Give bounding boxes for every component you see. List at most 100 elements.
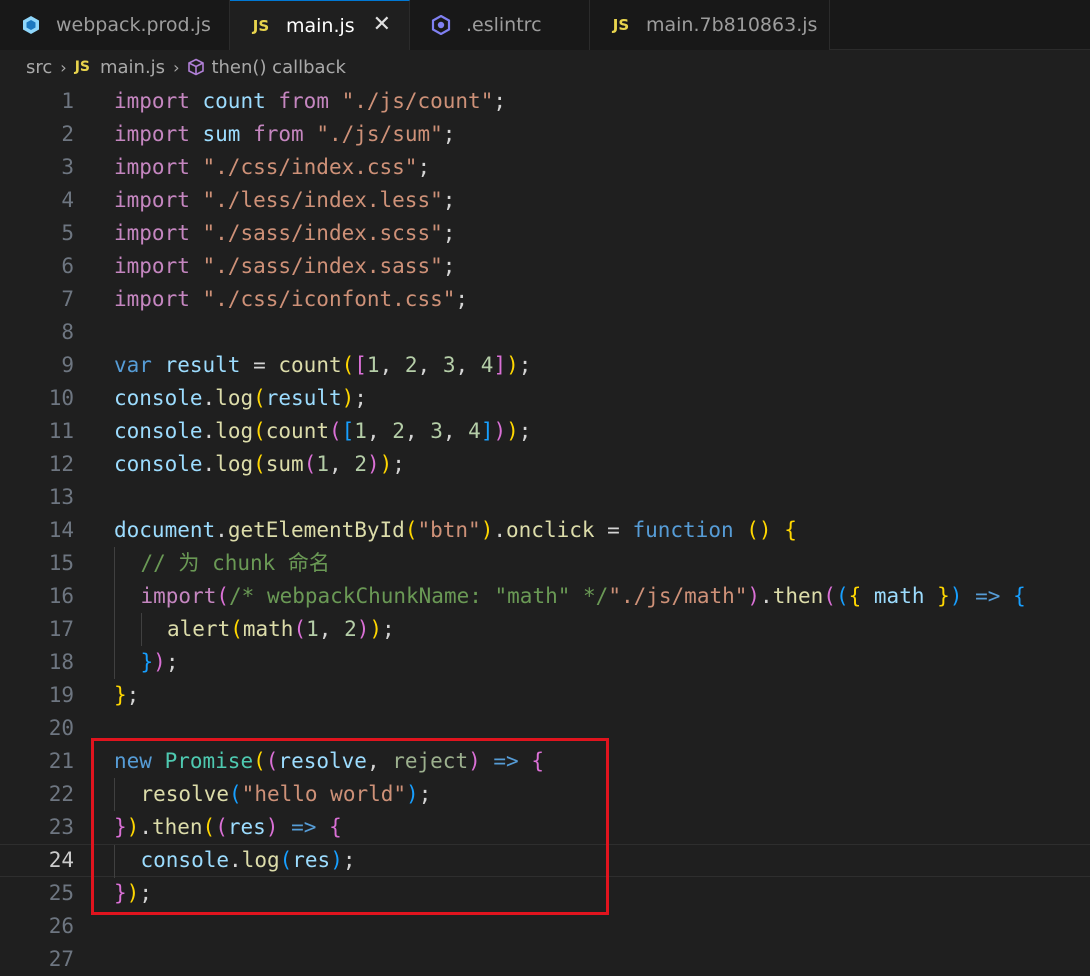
code-line[interactable]: 26	[0, 910, 1090, 943]
code-line[interactable]: 27	[0, 943, 1090, 976]
code-token: ,	[366, 419, 393, 443]
code-line[interactable]: 19};	[0, 679, 1090, 712]
code-token: (	[216, 584, 230, 608]
code-line[interactable]: 25});	[0, 877, 1090, 910]
line-number: 12	[48, 452, 74, 476]
code-token: ;	[139, 881, 152, 905]
code-line[interactable]: 18});	[0, 646, 1090, 679]
indent-guide	[114, 845, 115, 878]
code-line[interactable]: 14 document.getElementById("btn").onclick…	[0, 514, 1090, 547]
breadcrumb-folder[interactable]: src	[26, 57, 52, 78]
code-text: }).then((res) => {	[114, 811, 342, 844]
code-line[interactable]: 20	[0, 712, 1090, 745]
code-token: resolve	[140, 782, 230, 806]
code-token: getElementById	[227, 518, 405, 542]
breadcrumb-symbol[interactable]: then() callback	[211, 57, 345, 78]
line-number: 13	[48, 485, 74, 509]
code-line[interactable]: 10 console.log(result);	[0, 382, 1090, 415]
code-token: )	[265, 815, 279, 839]
code-line[interactable]: 12 console.log(sum(1, 2));	[0, 448, 1090, 481]
line-number: 8	[61, 320, 74, 344]
indent-guide	[114, 778, 115, 811]
code-token: (	[253, 419, 266, 443]
code-token: )	[506, 353, 519, 377]
tab-eslintrc[interactable]: .eslintrc	[410, 0, 590, 50]
code-token: function	[632, 518, 734, 542]
code-text: import "./css/index.css";	[114, 151, 430, 184]
code-line[interactable]: 15 // 为 chunk 命名	[0, 547, 1090, 580]
code-editor[interactable]: 1 import count from "./js/count"; 2 import …	[0, 84, 1090, 971]
line-number: 7	[61, 287, 74, 311]
code-line[interactable]: 23}).then((res) => {	[0, 811, 1090, 844]
code-token: ;	[418, 782, 432, 806]
code-text: var result = count([1, 2, 3, 4]);	[114, 349, 531, 382]
code-token: )	[506, 419, 519, 443]
breadcrumb: src › JS main.js › then() callback	[0, 50, 1090, 84]
code-token: log	[215, 452, 254, 476]
code-line[interactable]: 13	[0, 481, 1090, 514]
code-text: console.log(sum(1, 2));	[114, 448, 405, 481]
code-token: )	[341, 386, 355, 410]
code-line[interactable]: 16 import(/* webpackChunkName: "math" */"…	[0, 580, 1090, 613]
line-number: 19	[48, 683, 74, 707]
code-line[interactable]: 22 resolve("hello world");	[0, 778, 1090, 811]
code-token: "./js/math"	[608, 584, 748, 608]
code-token: 2	[404, 353, 418, 377]
editor-tab-bar: webpack.prod.js JS main.js ✕ .eslintrc J…	[0, 0, 1090, 50]
code-token: import	[114, 122, 190, 146]
line-number: 24	[48, 848, 74, 872]
code-line[interactable]: 24 console.log(res);	[0, 844, 1090, 878]
code-text: });	[141, 646, 179, 679]
code-token: ;	[442, 221, 456, 245]
code-token: )	[153, 650, 166, 674]
close-icon[interactable]: ✕	[373, 13, 391, 37]
line-number: 22	[48, 782, 74, 806]
code-token: (	[265, 749, 279, 773]
line-number: 11	[48, 419, 74, 443]
tab-webpack-prod-js[interactable]: webpack.prod.js	[0, 0, 230, 50]
code-token: ,	[417, 353, 443, 377]
tab-label: main.7b810863.js	[646, 14, 818, 36]
tab-main-7b810863-js[interactable]: JS main.7b810863.js	[590, 0, 830, 50]
code-line[interactable]: 6 import "./sass/index.sass";	[0, 250, 1090, 283]
code-token: )	[406, 782, 419, 806]
code-token: ,	[455, 353, 481, 377]
code-token: ,	[318, 617, 345, 641]
code-token: 1	[316, 452, 330, 476]
code-token: .	[202, 419, 216, 443]
code-line[interactable]: 17 alert(math(1, 2));	[0, 613, 1090, 646]
code-text: document.getElementById("btn").onclick =…	[114, 514, 797, 547]
code-token: import	[114, 221, 190, 245]
code-token: ]	[493, 353, 507, 377]
code-token: 1	[306, 617, 319, 641]
code-line[interactable]: 4 import "./less/index.less";	[0, 184, 1090, 217]
line-number: 4	[61, 188, 74, 212]
code-line[interactable]: 1 import count from "./js/count";	[0, 85, 1090, 118]
indent-guide	[114, 613, 115, 646]
tab-main-js[interactable]: JS main.js ✕	[230, 0, 410, 50]
code-token: }	[114, 683, 127, 707]
indent-guide	[114, 646, 115, 679]
code-line[interactable]: 5 import "./sass/index.scss";	[0, 217, 1090, 250]
code-line[interactable]: 3 import "./css/index.css";	[0, 151, 1090, 184]
code-line[interactable]: 7 import "./css/iconfont.css";	[0, 283, 1090, 316]
code-token: {	[329, 815, 342, 839]
line-number: 26	[48, 914, 74, 938]
code-line[interactable]: 8	[0, 316, 1090, 349]
code-token: import	[114, 89, 190, 113]
breadcrumb-file[interactable]: main.js	[100, 57, 165, 78]
code-line[interactable]: 2 import sum from "./js/sum";	[0, 118, 1090, 151]
tab-label: main.js	[286, 14, 355, 37]
code-text: alert(math(1, 2));	[167, 613, 395, 646]
code-line[interactable]: 11 console.log(count([1, 2, 3, 4]));	[0, 415, 1090, 448]
code-token: (	[253, 386, 266, 410]
code-line[interactable]: 9 var result = count([1, 2, 3, 4]);	[0, 349, 1090, 382]
code-token: sum	[202, 122, 241, 146]
code-line[interactable]: 21 new Promise((resolve, reject) => {	[0, 745, 1090, 778]
